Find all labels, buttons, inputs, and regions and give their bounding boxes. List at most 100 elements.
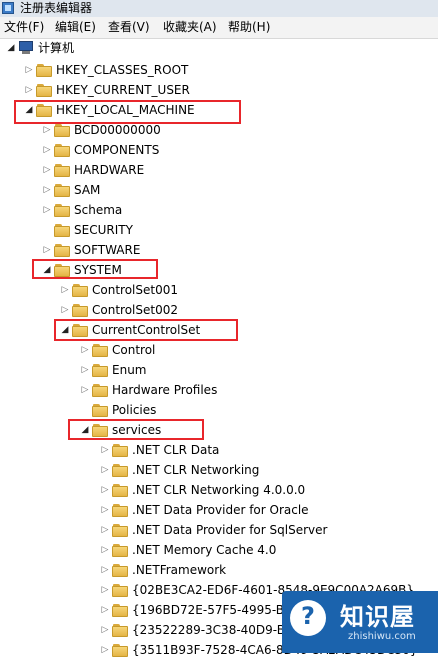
expand-toggle-empty — [80, 400, 90, 420]
node-label: ControlSet002 — [92, 303, 178, 317]
expand-toggle[interactable]: ▷ — [42, 240, 52, 260]
expand-toggle[interactable]: ▷ — [100, 540, 110, 560]
folder-icon — [72, 283, 88, 297]
expand-toggle[interactable]: ▷ — [100, 600, 110, 620]
tree-node-net-clr-data[interactable]: ▷ .NET CLR Data — [100, 440, 220, 460]
folder-icon — [92, 403, 108, 417]
node-label: HARDWARE — [74, 163, 145, 177]
folder-icon — [112, 623, 128, 637]
expand-toggle[interactable]: ▷ — [100, 480, 110, 500]
tree-node-net-data-sqlserver[interactable]: ▷ .NET Data Provider for SqlServer — [100, 520, 328, 540]
tree-node-controlset002[interactable]: ▷ ControlSet002 — [60, 300, 178, 320]
window-title: 注册表编辑器 — [20, 1, 93, 15]
expand-toggle[interactable]: ▷ — [100, 500, 110, 520]
expand-toggle[interactable]: ▷ — [24, 60, 34, 80]
tree-node-net-memory-cache[interactable]: ▷ .NET Memory Cache 4.0 — [100, 540, 277, 560]
menu-edit[interactable]: 编辑(E) — [53, 19, 98, 36]
expand-toggle[interactable]: ▷ — [42, 160, 52, 180]
tree-node-netframework[interactable]: ▷ .NETFramework — [100, 560, 227, 580]
menu-view[interactable]: 查看(V) — [106, 19, 152, 36]
folder-icon — [54, 243, 70, 257]
expand-toggle[interactable]: ▷ — [42, 140, 52, 160]
expand-toggle[interactable]: ▷ — [60, 280, 70, 300]
registry-tree: ◢ 计算机 ▷ HKEY_CLASSES_ROOT ▷ HKEY_CURRENT… — [0, 38, 438, 657]
tree-node-net-clr-networking-4[interactable]: ▷ .NET CLR Networking 4.0.0.0 — [100, 480, 306, 500]
expand-toggle[interactable]: ▷ — [100, 460, 110, 480]
node-label: .NET Data Provider for SqlServer — [132, 523, 328, 537]
expand-toggle[interactable]: ▷ — [100, 580, 110, 600]
highlight-box-services — [68, 419, 204, 440]
node-label: Policies — [112, 403, 157, 417]
tree-node-sam[interactable]: ▷ SAM — [42, 180, 101, 200]
folder-icon — [112, 643, 128, 657]
node-label: Hardware Profiles — [112, 383, 218, 397]
folder-icon — [36, 63, 52, 77]
menu-help[interactable]: 帮助(H) — [226, 19, 272, 36]
folder-icon — [112, 543, 128, 557]
folder-icon — [54, 143, 70, 157]
tree-node-security[interactable]: SECURITY — [42, 220, 133, 240]
expand-toggle[interactable]: ▷ — [80, 380, 90, 400]
expand-toggle[interactable]: ◢ — [6, 38, 16, 58]
folder-icon — [36, 83, 52, 97]
node-label: .NET Memory Cache 4.0 — [132, 543, 277, 557]
node-label: HKEY_CLASSES_ROOT — [56, 63, 189, 77]
tree-node-software[interactable]: ▷ SOFTWARE — [42, 240, 141, 260]
tree-node-hardware-profiles[interactable]: ▷ Hardware Profiles — [80, 380, 218, 400]
tree-node-hkey-current-user[interactable]: ▷ HKEY_CURRENT_USER — [24, 80, 190, 100]
expand-toggle[interactable]: ▷ — [42, 180, 52, 200]
highlight-box-hkey-local-machine — [14, 100, 241, 124]
expand-toggle[interactable]: ▷ — [100, 440, 110, 460]
folder-icon — [54, 203, 70, 217]
node-label: .NET CLR Data — [132, 443, 220, 457]
folder-icon — [112, 463, 128, 477]
node-label: HKEY_CURRENT_USER — [56, 83, 190, 97]
tree-node-enum[interactable]: ▷ Enum — [80, 360, 147, 380]
folder-icon — [112, 503, 128, 517]
folder-icon — [112, 483, 128, 497]
node-label: SAM — [74, 183, 101, 197]
node-label: COMPONENTS — [74, 143, 160, 157]
folder-icon — [112, 443, 128, 457]
expand-toggle[interactable]: ▷ — [100, 520, 110, 540]
node-label: SECURITY — [74, 223, 133, 237]
expand-toggle[interactable]: ▷ — [80, 360, 90, 380]
node-label: Enum — [112, 363, 147, 377]
tree-node-schema[interactable]: ▷ Schema — [42, 200, 123, 220]
expand-toggle[interactable]: ▷ — [100, 620, 110, 640]
computer-icon — [18, 41, 34, 55]
watermark-title: 知识屋 — [340, 603, 415, 631]
node-label: .NET CLR Networking 4.0.0.0 — [132, 483, 306, 497]
tree-node-controlset001[interactable]: ▷ ControlSet001 — [60, 280, 178, 300]
highlight-box-currentcontrolset — [54, 319, 238, 341]
folder-icon — [112, 523, 128, 537]
expand-toggle[interactable]: ▷ — [80, 340, 90, 360]
folder-icon — [72, 303, 88, 317]
node-label: .NET Data Provider for Oracle — [132, 503, 309, 517]
tree-node-hkey-classes-root[interactable]: ▷ HKEY_CLASSES_ROOT — [24, 60, 189, 80]
menu-favorites[interactable]: 收藏夹(A) — [161, 19, 219, 36]
tree-node-hardware[interactable]: ▷ HARDWARE — [42, 160, 145, 180]
menu-bar: 文件(F) 编辑(E) 查看(V) 收藏夹(A) 帮助(H) — [0, 17, 438, 39]
tree-node-policies[interactable]: Policies — [80, 400, 156, 420]
node-label: Control — [112, 343, 156, 357]
folder-icon — [54, 223, 70, 237]
expand-toggle[interactable]: ▷ — [24, 80, 34, 100]
watermark-logo: 知识屋 zhishiwu.com — [282, 591, 438, 653]
tree-node-control[interactable]: ▷ Control — [80, 340, 156, 360]
tree-node-net-clr-networking[interactable]: ▷ .NET CLR Networking — [100, 460, 260, 480]
node-label: .NET CLR Networking — [132, 463, 260, 477]
expand-toggle-empty — [42, 220, 52, 240]
folder-icon — [92, 363, 108, 377]
expand-toggle[interactable]: ▷ — [100, 640, 110, 660]
expand-toggle[interactable]: ▷ — [60, 300, 70, 320]
expand-toggle[interactable]: ▷ — [100, 560, 110, 580]
tree-node-components[interactable]: ▷ COMPONENTS — [42, 140, 160, 160]
highlight-box-system — [32, 259, 158, 279]
tree-node-net-data-oracle[interactable]: ▷ .NET Data Provider for Oracle — [100, 500, 309, 520]
node-label: 计算机 — [38, 41, 75, 55]
menu-file[interactable]: 文件(F) — [2, 19, 46, 36]
folder-icon — [54, 183, 70, 197]
tree-node-computer[interactable]: ◢ 计算机 — [6, 38, 74, 58]
expand-toggle[interactable]: ▷ — [42, 200, 52, 220]
